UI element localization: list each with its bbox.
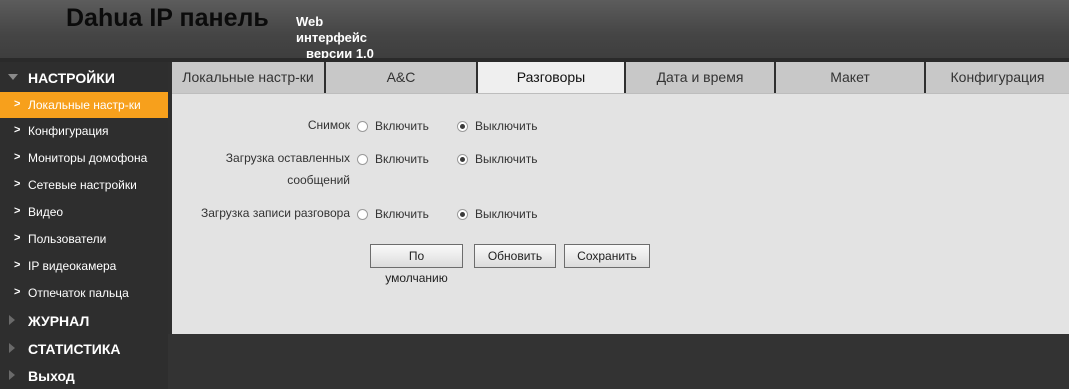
sidebar-item-network[interactable]: > Сетевые настройки [0, 172, 168, 198]
radio-label: Выключить [475, 119, 538, 133]
snapshot-label: Снимок [307, 118, 350, 132]
sidebar-item-label: IP видеокамера [28, 259, 117, 273]
snapshot-disable-radio[interactable] [457, 120, 468, 132]
sidebar-item-label: Сетевые настройки [28, 178, 137, 192]
messages-enable-option[interactable]: Включить [357, 152, 429, 166]
main-content: Локальные настр-ки A&C Разговоры Дата и … [172, 62, 1069, 334]
header: Dahua IP панель Web интерфейс версии 1.0 [0, 0, 1069, 61]
sidebar-item-video[interactable]: > Видео [0, 199, 168, 225]
triangle-right-icon [9, 315, 15, 325]
tab-configuration[interactable]: Конфигурация [926, 62, 1069, 93]
sidebar-item-label: Конфигурация [28, 124, 109, 138]
messages-disable-option[interactable]: Выключить [457, 152, 537, 166]
chevron-right-icon: > [14, 151, 21, 163]
record-enable-option[interactable]: Включить [357, 207, 429, 221]
messages-label: Загрузка оставленных сообщений [172, 147, 350, 191]
sidebar-section-label: СТАТИСТИКА [28, 341, 121, 357]
sidebar-section-settings[interactable]: НАСТРОЙКИ [0, 65, 168, 91]
sidebar-section-exit[interactable]: Выход [0, 363, 168, 389]
sidebar-item-label: Локальные настр-ки [28, 98, 141, 112]
tab-ac[interactable]: A&C [326, 62, 478, 93]
messages-enable-radio[interactable] [357, 153, 368, 165]
sidebar-item-configuration[interactable]: > Конфигурация [0, 118, 168, 144]
sidebar-section-journal[interactable]: ЖУРНАЛ [0, 308, 168, 334]
radio-label: Включить [375, 207, 429, 221]
subtitle-line-1: Web интерфейс [296, 14, 368, 45]
sidebar-item-label: Мониторы домофона [28, 151, 148, 165]
radio-label: Включить [375, 152, 429, 166]
sidebar-section-label: ЖУРНАЛ [28, 313, 90, 329]
tab-date-time[interactable]: Дата и время [626, 62, 776, 93]
snapshot-disable-option[interactable]: Выключить [457, 119, 537, 133]
brand-title: Dahua IP панель [66, 4, 269, 32]
messages-label-line-2: сообщений [287, 173, 350, 187]
sidebar-item-label: Видео [28, 205, 64, 219]
default-button[interactable]: По умолчанию [370, 244, 463, 285]
sidebar: НАСТРОЙКИ > Локальные настр-ки > Конфигу… [0, 62, 168, 389]
chevron-right-icon: > [14, 259, 21, 271]
radio-label: Включить [375, 119, 429, 133]
tab-layout[interactable]: Макет [776, 62, 926, 93]
chevron-right-icon: > [14, 98, 21, 110]
content-footer [168, 334, 1069, 389]
chevron-right-icon: > [14, 286, 21, 298]
chevron-right-icon: > [14, 205, 21, 217]
sidebar-item-label: Отпечаток пальца [28, 286, 129, 300]
radio-label: Выключить [475, 152, 538, 166]
tab-bar: Локальные настр-ки A&C Разговоры Дата и … [172, 62, 1069, 93]
sidebar-item-fingerprint[interactable]: > Отпечаток пальца [0, 280, 168, 306]
messages-disable-radio[interactable] [457, 153, 468, 165]
tab-bar-divider [172, 93, 1069, 94]
sidebar-section-label: НАСТРОЙКИ [28, 70, 115, 86]
sidebar-item-local-settings[interactable]: > Локальные настр-ки [0, 92, 168, 118]
snapshot-enable-option[interactable]: Включить [357, 119, 429, 133]
chevron-right-icon: > [14, 232, 21, 244]
sidebar-item-ip-camera[interactable]: > IP видеокамера [0, 253, 168, 279]
snapshot-enable-radio[interactable] [357, 120, 368, 132]
radio-label: Выключить [475, 207, 538, 221]
tab-local-settings[interactable]: Локальные настр-ки [172, 62, 326, 93]
chevron-right-icon: > [14, 124, 21, 136]
sidebar-item-users[interactable]: > Пользователи [0, 226, 168, 252]
triangle-down-icon [8, 74, 18, 80]
chevron-right-icon: > [14, 178, 21, 190]
sidebar-section-statistics[interactable]: СТАТИСТИКА [0, 336, 168, 362]
sidebar-section-label: Выход [28, 368, 75, 384]
triangle-right-icon [9, 343, 15, 353]
triangle-right-icon [9, 370, 15, 380]
refresh-button[interactable]: Обновить [474, 244, 556, 268]
record-disable-radio[interactable] [457, 208, 468, 220]
tab-conversations[interactable]: Разговоры [478, 62, 626, 93]
messages-label-line-1: Загрузка оставленных [225, 151, 350, 165]
call-record-label: Загрузка записи разговора [200, 206, 350, 220]
version-subtitle: Web интерфейс версии 1.0 [296, 14, 396, 62]
sidebar-item-label: Пользователи [28, 232, 107, 246]
record-enable-radio[interactable] [357, 208, 368, 220]
save-button[interactable]: Сохранить [564, 244, 650, 268]
sidebar-item-monitors[interactable]: > Мониторы домофона [0, 145, 168, 171]
record-disable-option[interactable]: Выключить [457, 207, 537, 221]
